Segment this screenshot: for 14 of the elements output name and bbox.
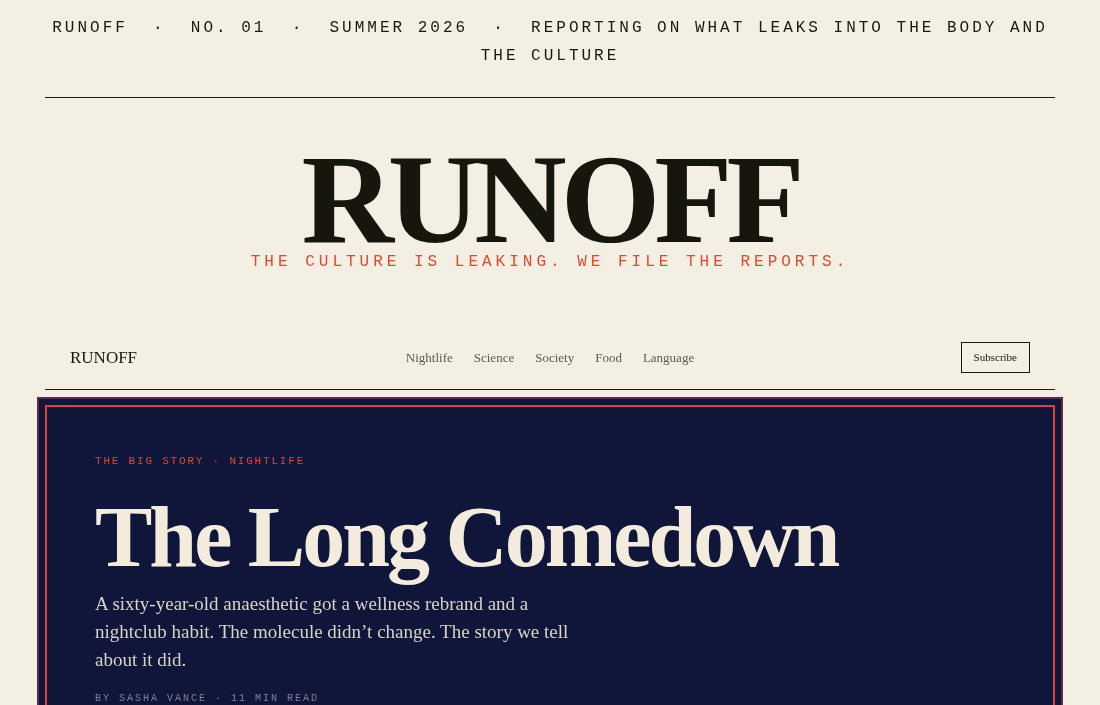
nav-link[interactable]: Nightlife — [405, 347, 453, 368]
kicker: THE BIG STORY · NIGHTLIFE — [95, 455, 306, 468]
issue-line-text: RUNOFF · NO. 01 · SUMMER 2026 · REPORTING ON WHAT LEAKS INTO THE BODY AND THE CULTURE — [51, 18, 1049, 67]
byline: BY SASHA VANCE · 11 MIN READ — [95, 693, 320, 704]
nav-link[interactable]: Society — [535, 347, 575, 368]
dek: A sixty-year-old anaesthetic got a wellness rebrand and a nightclub habit. The molecule didn’t change. The story we tell about it did. — [95, 592, 570, 672]
masthead-logo: RUNOFF — [301, 146, 799, 252]
nav-link[interactable]: Food — [595, 347, 622, 368]
subscribe-button[interactable]: Subscribe — [960, 342, 1030, 373]
nav-logo[interactable]: RUNOFF — [70, 344, 138, 371]
nav-link[interactable]: Science — [473, 347, 515, 368]
tagline: THE CULTURE IS LEAKING. WE FILE THE REPORTS. — [250, 252, 850, 272]
nav-link[interactable]: Language — [642, 347, 695, 368]
headline: The Long Comedown — [95, 488, 838, 587]
